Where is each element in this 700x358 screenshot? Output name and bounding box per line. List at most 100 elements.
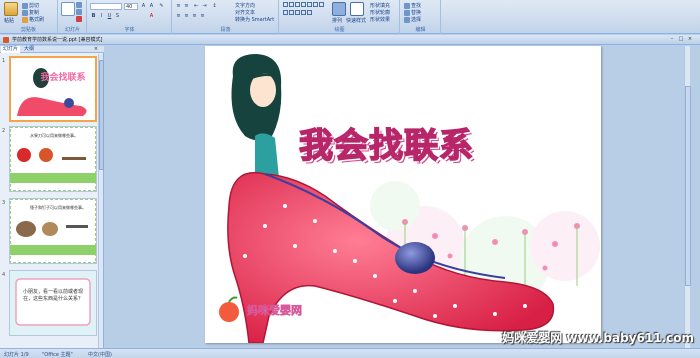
slides-panel: 幻灯片 大纲 × 1 我会找联系 2 水果刀可以用来做哪些事。 3 锤子和钉子可… [0,46,104,348]
scroll-thumb[interactable] [99,60,104,170]
delete-button[interactable] [76,16,83,23]
clear-format-button[interactable]: ✎ [158,3,165,10]
site-watermark: 妈咪爱婴网 www.baby611.com [502,331,694,345]
copy-button[interactable]: 复制 [22,9,39,16]
reset-button[interactable] [76,9,83,16]
font-group: 40 A A ✎ B I U S A 字体 [88,0,172,34]
slide-editing-area: 我会找联系 妈咪爱婴网 [105,46,691,348]
group-label: 字体 [124,27,135,33]
italic-button[interactable]: I [98,13,105,20]
site-logo-text: 妈咪爱婴网 [247,304,303,318]
group-label: 幻灯片 [64,27,80,33]
format-painter-button[interactable]: 格式刷 [22,16,44,23]
bullets-button[interactable]: ≡ [175,3,182,10]
shape-effects-button[interactable]: 形状效果 [370,16,390,23]
replace-icon [404,9,410,16]
slide-thumbnail[interactable]: 水果刀可以用来做哪些事。 [9,126,97,192]
quick-styles-icon[interactable] [350,2,364,16]
thumb-title: 我会找联系 [40,71,85,83]
shapes-gallery[interactable] [283,2,327,18]
thumbnail-art: 锤子和钉子可以用来做哪些事。 [10,199,96,263]
editing-group: 查找 替换 选择 编辑 [401,0,441,34]
language-indicator[interactable]: 中文(中国) [88,351,112,358]
cursor-icon [404,16,410,23]
thumb-text: 锤子和钉子可以用来做哪些事。 [30,204,86,210]
font-name-combo[interactable] [90,3,122,10]
find-button[interactable]: 查找 [404,2,421,9]
group-label: 剪贴板 [20,27,36,33]
smartart-button[interactable]: 转换为 SmartArt [235,16,274,23]
justify-button[interactable]: ≡ [199,13,206,20]
align-right-button[interactable]: ≡ [191,13,198,20]
shape-outline-button[interactable]: 形状轮廓 [370,9,390,16]
thumbnail-art: 我会找联系 [11,58,95,120]
panel-scrollbar[interactable] [98,54,104,348]
restore-button[interactable]: □ [677,36,685,43]
slide-number: 4 [2,272,6,278]
font-color-button[interactable]: A [148,13,155,20]
delete-icon [76,16,82,22]
ppt-icon [3,37,9,43]
arrange-icon[interactable] [332,2,346,16]
underline-button[interactable]: U [106,13,113,20]
paragraph-group: ≡ ≡ ⇤ ⇥ ↕ ≡ ≡ ≡ ≡ 文字方向 对齐文本 转换为 SmartArt… [173,0,279,34]
close-button[interactable]: × [686,36,694,43]
layout-icon [76,2,82,8]
slide-scrollbar[interactable] [684,46,691,348]
align-center-button[interactable]: ≡ [183,13,190,20]
align-text-button[interactable]: 对齐文本 [235,9,255,16]
numbering-button[interactable]: ≡ [183,3,190,10]
shape-fill-button[interactable]: 形状填充 [370,2,390,9]
paste-button[interactable]: 粘贴 [4,17,14,24]
slides-group: 幻灯片 [59,0,87,34]
align-left-button[interactable]: ≡ [175,13,182,20]
slide-thumbnail[interactable]: 我会找联系 [9,56,97,122]
document-title: 学前教育学前数系说一说.ppt [兼容模式] [12,37,103,43]
slide-illustration [219,54,600,343]
minimize-button[interactable]: – [668,36,676,43]
reset-icon [76,9,82,15]
close-panel-button[interactable]: × [92,46,100,53]
layout-button[interactable] [76,2,83,9]
drawing-group: 排列 快速样式 形状填充 形状轮廓 形状效果 绘图 [280,0,400,34]
slide-number: 2 [2,128,6,134]
current-slide[interactable]: 我会找联系 妈咪爱婴网 [205,46,601,343]
ribbon: 粘贴 剪切 复制 格式刷 剪贴板 幻灯片 40 A A ✎ B I U S A … [0,0,700,34]
strike-button[interactable]: S [114,13,121,20]
slide-thumbnail[interactable]: 小朋友，看一看以前或者现在，这些东西是什么关系？ [9,270,97,336]
new-slide-icon[interactable] [61,2,75,16]
group-label: 编辑 [415,27,426,33]
arrange-button[interactable]: 排列 [332,17,342,24]
scissors-icon [22,2,28,9]
tab-outline[interactable]: 大纲 [22,46,36,53]
grow-font-button[interactable]: A [140,3,147,10]
select-button[interactable]: 选择 [404,16,421,23]
group-label: 绘图 [334,27,345,33]
indent-increase-button[interactable]: ⇥ [201,3,208,10]
shrink-font-button[interactable]: A [148,3,155,10]
document-title-bar: 学前教育学前数系说一说.ppt [兼容模式] – □ × [0,35,700,45]
font-size-combo[interactable]: 40 [124,3,138,10]
quick-styles-button[interactable]: 快速样式 [346,17,366,24]
site-logo-apple [219,296,239,322]
brush-icon [22,16,28,23]
slide-number: 1 [2,58,6,64]
line-spacing-button[interactable]: ↕ [211,3,218,10]
group-label: 段落 [220,27,231,33]
cut-button[interactable]: 剪切 [22,2,39,9]
replace-button[interactable]: 替换 [404,9,421,16]
slide-number: 3 [2,200,6,206]
thumb-text: 小朋友，看一看以前或者现在，这些东西是什么关系？ [22,289,83,302]
clipboard-group: 粘贴 剪切 复制 格式刷 剪贴板 [0,0,58,34]
bold-button[interactable]: B [90,13,97,20]
slide-thumbnail[interactable]: 锤子和钉子可以用来做哪些事。 [9,198,97,264]
paste-icon[interactable] [4,2,18,16]
copy-icon [22,9,28,16]
tab-slides[interactable]: 幻灯片 [1,46,21,53]
text-direction-button[interactable]: 文字方向 [235,2,255,9]
slide-counter: 幻灯片 1/9 [4,352,29,358]
binoculars-icon [404,2,410,9]
indent-decrease-button[interactable]: ⇤ [193,3,200,10]
slide-title[interactable]: 我会找联系 [298,118,474,167]
scroll-thumb[interactable] [685,86,691,286]
